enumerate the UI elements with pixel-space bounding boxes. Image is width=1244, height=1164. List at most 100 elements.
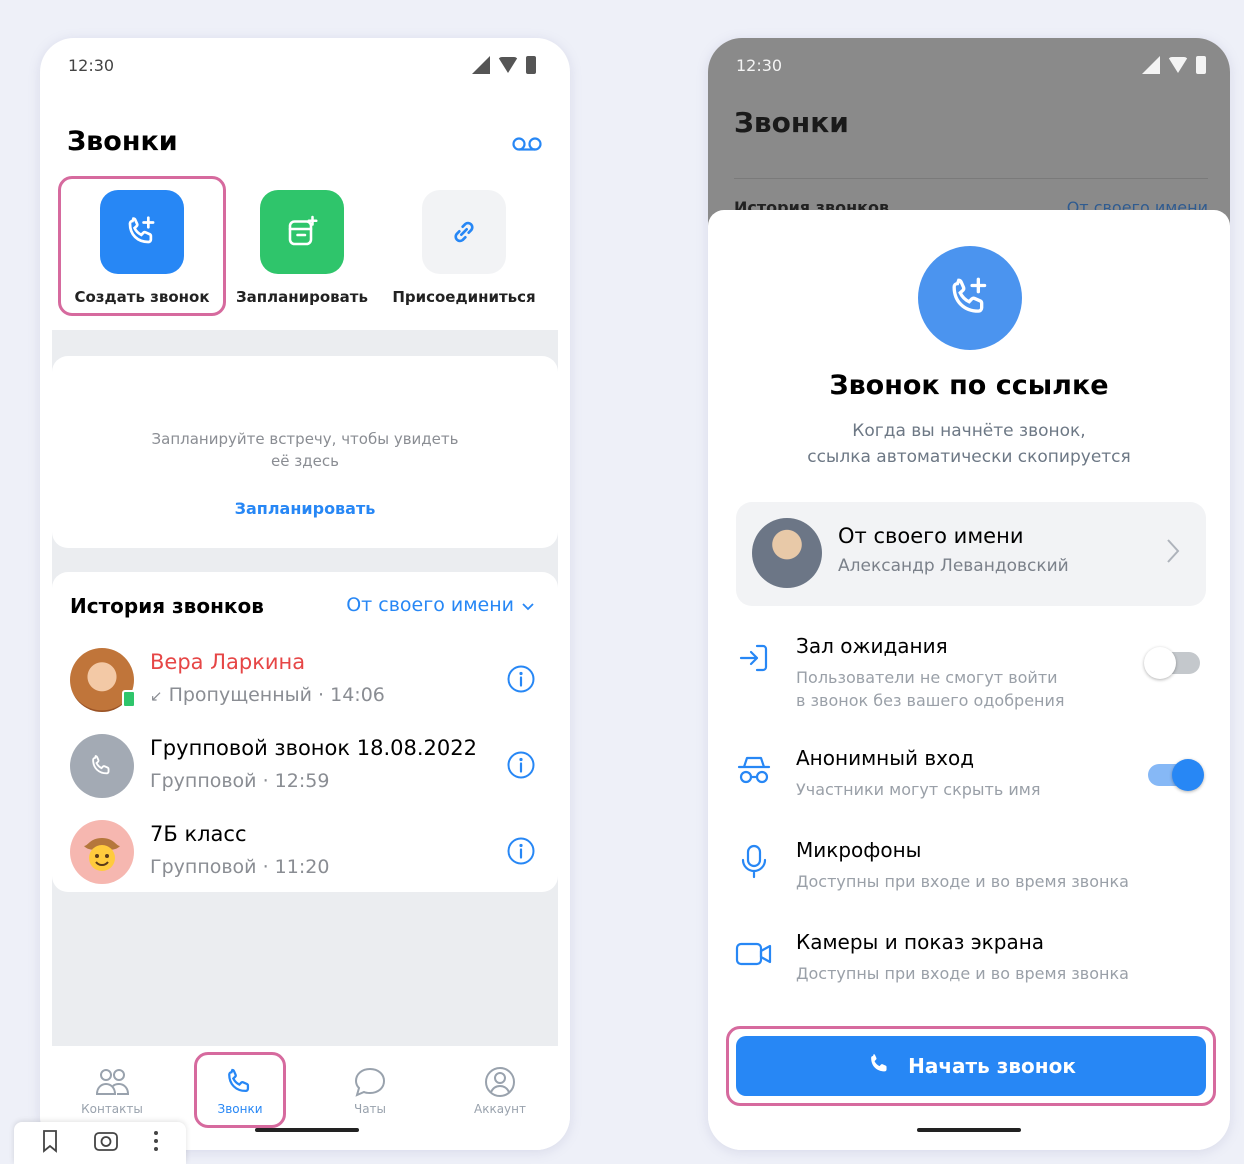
anonymous-entry-toggle[interactable] [1148, 759, 1204, 791]
more-vertical-icon[interactable] [153, 1129, 159, 1157]
page-title: Звонки [67, 126, 178, 157]
enter-icon [734, 638, 774, 678]
history-filter-dropdown[interactable]: От своего имени [346, 594, 534, 616]
link-icon [422, 190, 506, 274]
call-row[interactable]: Вера Ларкина ↙ Пропущенный · 14:06 [70, 648, 540, 718]
left-phone-screen: 12:30 Звонки Создать звонок Запланироват… [40, 38, 570, 1150]
call-name: Вера Ларкина [150, 650, 306, 674]
schedule-button[interactable]: Запланировать [222, 178, 382, 306]
history-filter-label: От своего имени [346, 594, 514, 616]
call-detail: ↙ Пропущенный · 14:06 [150, 684, 385, 706]
chat-icon [320, 1062, 420, 1102]
tab-chats-label: Чаты [353, 1102, 387, 1116]
signal-icon [1142, 56, 1160, 74]
avatar [70, 820, 134, 884]
schedule-hint-line2: её здесь [271, 452, 339, 470]
join-button[interactable]: Присоединиться [384, 178, 544, 306]
calls-tab-highlight [194, 1052, 286, 1128]
anonymous-entry-title: Анонимный вход [796, 746, 975, 770]
microphones-title: Микрофоны [796, 838, 922, 862]
dimmed-background: 12:30 Звонки История звонков От своего и… [708, 38, 1230, 238]
join-label: Присоединиться [392, 288, 536, 306]
waiting-room-description: Пользователи не смогут войти в звонок бе… [796, 666, 1136, 712]
call-name: 7Б класс [150, 822, 247, 846]
call-name: Групповой звонок 18.08.2022 [150, 736, 477, 760]
status-time: 12:30 [736, 56, 783, 75]
image-toolbar [14, 1122, 186, 1164]
create-call-highlight [58, 176, 226, 316]
microphones-option[interactable]: Микрофоны Доступны при входе и во время … [708, 838, 1230, 898]
cameras-description: Доступны при входе и во время звонка [796, 964, 1129, 983]
schedule-card: Запланируйте встречу, чтобы увидеть её з… [52, 356, 558, 548]
info-icon[interactable] [506, 750, 536, 784]
tab-account-label: Аккаунт [474, 1102, 526, 1116]
avatar [70, 734, 134, 798]
cowboy-emoji-icon [84, 838, 120, 871]
call-row[interactable]: Групповой звонок 18.08.2022 Групповой · … [70, 734, 540, 804]
tab-contacts[interactable]: Контакты [62, 1062, 162, 1116]
incognito-icon [734, 750, 774, 790]
signal-icon [472, 56, 490, 74]
waiting-room-toggle[interactable] [1144, 647, 1200, 679]
wifi-icon [498, 57, 518, 73]
schedule-label: Запланировать [236, 288, 368, 306]
schedule-hint: Запланируйте встречу, чтобы увидеть её з… [52, 428, 558, 472]
call-row[interactable]: 7Б класс Групповой · 11:20 [70, 820, 540, 890]
camera-icon [734, 934, 774, 974]
anonymous-entry-description: Участники могут скрыть имя [796, 780, 1041, 799]
tab-chats[interactable]: Чаты [320, 1062, 420, 1116]
mobile-status-icon [122, 690, 136, 708]
toggle-knob [1172, 759, 1204, 791]
phone-plus-icon [918, 246, 1022, 350]
cameras-option[interactable]: Камеры и показ экрана Доступны при входе… [708, 930, 1230, 990]
schedule-hint-line1: Запланируйте встречу, чтобы увидеть [151, 430, 459, 448]
battery-icon [526, 56, 536, 74]
cameras-title: Камеры и показ экрана [796, 930, 1045, 954]
call-detail-text: Пропущенный · 14:06 [168, 684, 385, 706]
calendar-plus-icon [260, 190, 344, 274]
call-history-title: История звонков [70, 594, 264, 618]
call-detail: Групповой · 11:20 [150, 856, 330, 878]
toggle-knob [1144, 647, 1176, 679]
tab-contacts-label: Контакты [81, 1102, 143, 1116]
bookmark-icon[interactable] [41, 1129, 59, 1157]
home-indicator [917, 1128, 1021, 1132]
status-icons [1142, 56, 1206, 74]
chevron-down-icon [522, 594, 534, 616]
info-icon[interactable] [506, 836, 536, 870]
waiting-room-option: Зал ожидания Пользователи не смогут войт… [708, 634, 1230, 714]
start-call-highlight [726, 1026, 1216, 1106]
call-link-sheet: Звонок по ссылке Когда вы начнёте звонок… [708, 210, 1230, 1150]
waiting-room-description-line1: Пользователи не смогут войти [796, 668, 1058, 687]
lens-search-icon[interactable] [93, 1129, 119, 1157]
avatar [752, 518, 822, 588]
caller-identity-selector[interactable]: От своего имени Александр Левандовский [736, 502, 1206, 606]
battery-icon [1196, 56, 1206, 74]
sheet-description: Когда вы начнёте звонок, ссылка автомати… [708, 418, 1230, 470]
sheet-description-line1: Когда вы начнёте звонок, [852, 421, 1086, 441]
info-icon[interactable] [506, 664, 536, 698]
right-phone-screen: 12:30 Звонки История звонков От своего и… [708, 38, 1230, 1150]
contacts-icon [62, 1062, 162, 1102]
microphone-icon [734, 842, 774, 882]
home-indicator [255, 1128, 359, 1132]
chevron-right-icon [1166, 538, 1180, 568]
tab-account[interactable]: Аккаунт [450, 1062, 550, 1116]
missed-call-icon: ↙ [150, 687, 163, 705]
status-icons [472, 56, 536, 74]
avatar [70, 648, 136, 712]
divider [734, 178, 1208, 179]
wifi-icon [1168, 57, 1188, 73]
waiting-room-title: Зал ожидания [796, 634, 948, 658]
schedule-link[interactable]: Запланировать [52, 499, 558, 518]
status-time: 12:30 [68, 56, 115, 75]
quick-actions: Создать звонок Запланировать Присоединит… [58, 176, 552, 318]
call-detail: Групповой · 12:59 [150, 770, 330, 792]
call-history-card: История звонков От своего имени Вера Лар… [52, 572, 558, 892]
sheet-description-line2: ссылка автоматически скопируется [807, 447, 1131, 467]
page-title: Звонки [734, 106, 849, 139]
sheet-title: Звонок по ссылке [829, 370, 1109, 401]
phone-icon [92, 755, 110, 775]
voicemail-icon[interactable] [512, 136, 542, 156]
waiting-room-description-line2: в звонок без вашего одобрения [796, 691, 1065, 710]
